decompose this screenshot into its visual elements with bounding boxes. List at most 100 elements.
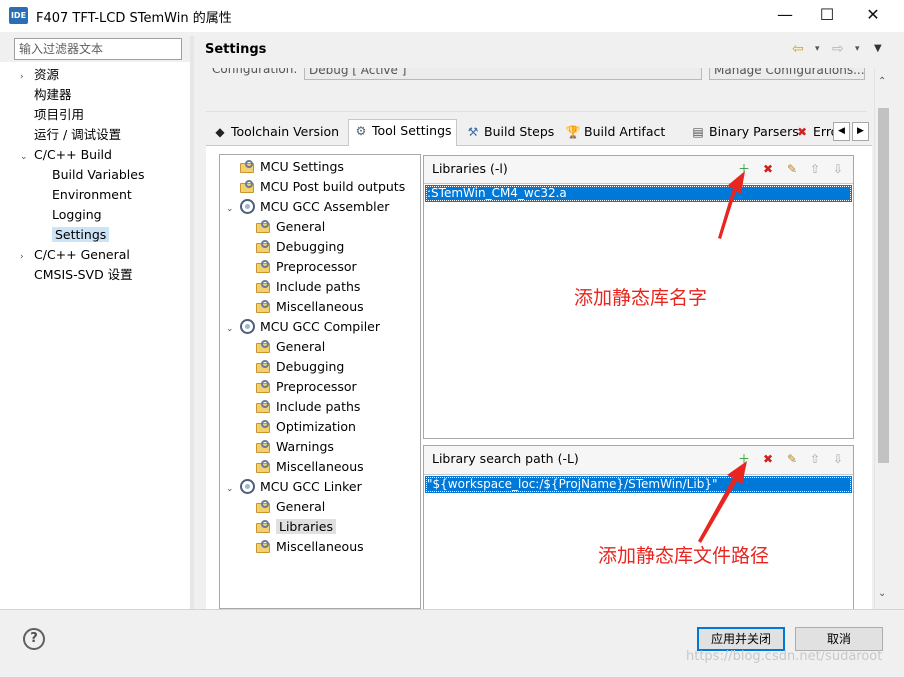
libraries-list[interactable]: :STemWin_CM4_wc32.a (424, 183, 853, 438)
tool-settings-node[interactable]: MCU Settings (226, 157, 344, 177)
libraries-title: Libraries (-l) (432, 161, 508, 176)
window-title: F407 TFT-LCD STemWin 的属性 (36, 11, 232, 26)
settings-folder-icon (256, 540, 271, 553)
settings-folder-icon (256, 260, 271, 273)
move-down-library-icon[interactable]: ⇩ (830, 161, 846, 177)
tree-item[interactable]: Environment (52, 185, 132, 205)
tool-node[interactable]: ⌄ MCU GCC Linker (226, 477, 362, 497)
tool-settings-node[interactable]: Preprocessor (256, 377, 357, 397)
tree-item-label: 运行 / 调试设置 (34, 127, 122, 142)
app-icon: IDE (9, 7, 28, 24)
tab-label: Tool Settings (372, 123, 452, 138)
settings-folder-icon (256, 240, 271, 253)
tree-item-label: C/C++ Build (34, 147, 112, 162)
view-menu-icon[interactable]: ▼ (874, 40, 882, 58)
tool-settings-node[interactable]: Optimization (256, 417, 356, 437)
move-up-library-icon[interactable]: ⇧ (807, 161, 823, 177)
tab-label: Toolchain Version (231, 124, 340, 139)
tool-node[interactable]: ⌄ MCU GCC Assembler (226, 197, 389, 217)
settings-folder-icon (256, 380, 271, 393)
back-dropdown-icon[interactable]: ▾ (815, 40, 820, 58)
back-arrow-icon[interactable]: ⇦ (792, 40, 804, 58)
tree-item-label: Logging (52, 207, 102, 222)
close-button[interactable]: ✕ (850, 0, 896, 32)
pane-splitter[interactable] (190, 36, 194, 609)
tool-settings-node[interactable]: Debugging (256, 237, 344, 257)
tree-toggle-icon[interactable]: › (20, 247, 34, 267)
tool-settings-node[interactable]: Warnings (256, 437, 334, 457)
tool-settings-node[interactable]: Libraries (256, 517, 336, 537)
forward-arrow-icon[interactable]: ⇨ (832, 40, 844, 58)
move-down-path-icon[interactable]: ⇩ (830, 451, 846, 467)
tool-tree-label: Miscellaneous (276, 299, 364, 314)
tool-settings-node[interactable]: MCU Post build outputs (226, 177, 405, 197)
tool-tree-label: Debugging (276, 359, 345, 374)
apply-and-close-button[interactable]: 应用并关闭 (697, 627, 785, 651)
tree-item[interactable]: Settings (52, 225, 110, 245)
tab-scroll-right-icon[interactable]: ▶ (852, 122, 869, 141)
add-path-icon[interactable]: ＋ (736, 451, 752, 467)
scroll-up-icon[interactable]: ⌃ (878, 76, 886, 87)
tree-item[interactable]: 项目引用 (20, 105, 84, 125)
tree-item[interactable]: CMSIS-SVD 设置 (20, 265, 133, 285)
tab-binary-parsers[interactable]: ▤ Binary Parsers (686, 121, 803, 145)
tool-settings-node[interactable]: Miscellaneous (256, 297, 364, 317)
tool-settings-node[interactable]: Include paths (256, 397, 360, 417)
tab-build-artifact[interactable]: 🏆 Build Artifact (561, 121, 669, 145)
add-library-icon[interactable]: ＋ (736, 161, 752, 177)
edit-path-icon[interactable]: ✎ (784, 451, 800, 467)
tree-item[interactable]: › 资源 (20, 65, 59, 85)
tree-item[interactable]: ⌄ C/C++ Build (20, 145, 112, 165)
tool-settings-node[interactable]: Debugging (256, 357, 344, 377)
tree-toggle-icon[interactable]: ⌄ (226, 319, 240, 339)
manage-configurations-button[interactable]: Manage Configurations... (709, 68, 865, 80)
tree-item[interactable]: Logging (52, 205, 102, 225)
tab-tool-settings[interactable]: ⚙ Tool Settings (348, 119, 457, 146)
cancel-button[interactable]: 取消 (795, 627, 883, 651)
tool-settings-node[interactable]: General (256, 497, 325, 517)
tool-settings-node[interactable]: Miscellaneous (256, 537, 364, 557)
tree-item-label: 构建器 (34, 87, 72, 102)
tree-item[interactable]: Build Variables (52, 165, 144, 185)
forward-dropdown-icon[interactable]: ▾ (855, 40, 860, 58)
tool-tree-label: MCU GCC Linker (260, 479, 362, 494)
edit-library-icon[interactable]: ✎ (784, 161, 800, 177)
tree-toggle-icon[interactable]: ⌄ (226, 479, 240, 499)
watermark: https://blog.csdn.net/sudaroot (686, 649, 883, 664)
property-tree: › 资源 构建器 项目引用 运行 / 调试设置 ⌄ C/C++ Build Build Var… (0, 62, 190, 609)
tool-settings-node[interactable]: General (256, 217, 325, 237)
tree-toggle-icon[interactable]: › (20, 67, 34, 87)
tab-scroll-left-icon[interactable]: ◀ (833, 122, 850, 141)
tree-item[interactable]: 构建器 (20, 85, 72, 105)
filter-input[interactable] (14, 38, 182, 60)
tool-settings-node[interactable]: General (256, 337, 325, 357)
tool-tree-label: Debugging (276, 239, 345, 254)
tree-toggle-icon[interactable]: ⌄ (20, 147, 34, 167)
maximize-button[interactable]: ☐ (804, 0, 850, 32)
tool-tree-label: MCU Post build outputs (260, 179, 406, 194)
tree-item[interactable]: 运行 / 调试设置 (20, 125, 121, 145)
list-item[interactable]: "${workspace_loc:/${ProjName}/STemWin/Li… (425, 476, 852, 493)
tool-settings-node[interactable]: Miscellaneous (256, 457, 364, 477)
list-item[interactable]: :STemWin_CM4_wc32.a (425, 185, 852, 202)
tool-node[interactable]: ⌄ MCU GCC Compiler (226, 317, 380, 337)
tab-build-steps[interactable]: ⚒ Build Steps (461, 121, 558, 145)
tool-settings-node[interactable]: Include paths (256, 277, 360, 297)
move-up-path-icon[interactable]: ⇧ (807, 451, 823, 467)
tool-settings-node[interactable]: Preprocessor (256, 257, 357, 277)
scroll-down-icon[interactable]: ⌄ (878, 588, 886, 599)
scrollbar-thumb[interactable] (878, 108, 889, 463)
configuration-select[interactable]: Debug [ Active ] (304, 68, 702, 80)
settings-folder-icon (256, 400, 271, 413)
delete-library-icon[interactable]: ✖ (760, 161, 776, 177)
delete-path-icon[interactable]: ✖ (760, 451, 776, 467)
library-search-path-panel: Library search path (-L) ＋ ✖ ✎ ⇧ ⇩ "${wo… (423, 445, 854, 609)
tree-toggle-icon[interactable]: ⌄ (226, 199, 240, 219)
vertical-scrollbar[interactable]: ⌃ ⌄ (874, 68, 892, 609)
tree-item[interactable]: › C/C++ General (20, 245, 130, 265)
tab-toolchain-version[interactable]: ◆ Toolchain Version (208, 121, 343, 145)
page-title: Settings (205, 42, 267, 57)
minimize-button[interactable]: — (762, 0, 808, 32)
tree-item-label: Settings (52, 227, 110, 242)
help-icon[interactable]: ? (23, 628, 45, 650)
